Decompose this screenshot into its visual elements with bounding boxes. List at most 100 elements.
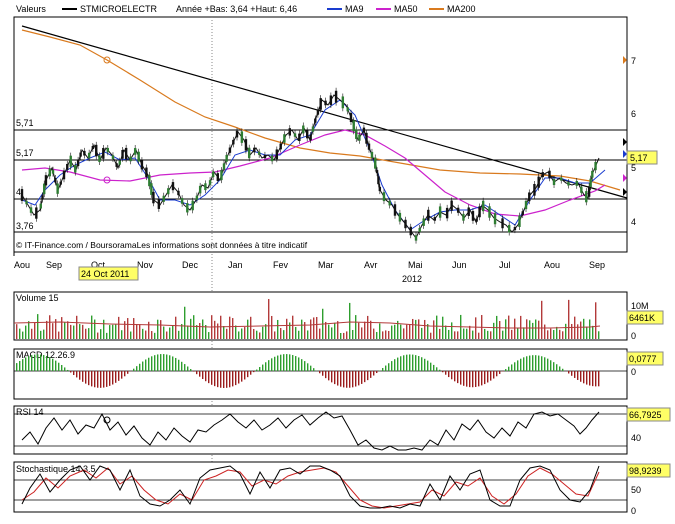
volume-bar	[109, 325, 110, 339]
macd-bar	[193, 371, 194, 372]
macd-bar	[205, 371, 206, 381]
volume-bar	[475, 317, 476, 339]
volume-bar	[250, 317, 251, 339]
volume-bar	[517, 329, 518, 339]
macd-bar	[259, 367, 260, 371]
volume-bar	[241, 328, 242, 339]
candle-body	[220, 170, 222, 180]
candle-body	[107, 148, 109, 152]
volume-bar	[292, 316, 293, 339]
candle-body	[172, 182, 174, 190]
candle-body	[129, 157, 131, 162]
macd-bar	[133, 369, 134, 371]
volume-bar	[244, 327, 245, 339]
month-label-dec: Dec	[182, 260, 199, 270]
candle-body	[404, 220, 406, 228]
candle-body	[241, 131, 243, 142]
candle-body	[518, 216, 520, 227]
candle-body	[591, 171, 593, 178]
volume-bar	[595, 302, 596, 339]
macd-bar	[235, 371, 236, 385]
candle-body	[525, 201, 527, 209]
candle-body	[389, 201, 391, 206]
volume-bar	[145, 331, 146, 339]
macd-bar	[64, 367, 65, 371]
macd-bar	[445, 371, 446, 375]
macd-bar	[85, 371, 86, 384]
price-current-value: 5,17	[630, 153, 648, 163]
volume-bar	[298, 331, 299, 339]
candle-body	[368, 144, 370, 150]
macd-bar	[595, 371, 596, 386]
macd-bar	[415, 355, 416, 371]
candle-body	[548, 171, 550, 179]
volume-bar	[493, 323, 494, 339]
macd-bar	[46, 356, 47, 371]
candle-body	[306, 130, 308, 138]
volume-bar	[448, 330, 449, 339]
volume-bar	[550, 329, 551, 339]
volume-bar	[403, 328, 404, 339]
volume-bar	[229, 317, 230, 339]
volume-bar	[370, 321, 371, 339]
volume-bar	[223, 326, 224, 339]
volume-bar	[388, 331, 389, 339]
macd-bar	[196, 371, 197, 374]
macd-bar	[91, 371, 92, 386]
volume-bar	[232, 318, 233, 339]
volume-bar	[280, 328, 281, 339]
volume-bar	[325, 322, 326, 339]
macd-bar	[343, 371, 344, 387]
price-panel-frame	[14, 17, 627, 252]
candle-body	[245, 139, 247, 150]
candle-body	[167, 188, 169, 194]
right-tick-7: 7	[631, 56, 636, 66]
macd-current-value: 0,0777	[629, 354, 657, 364]
stock-chart: Valeurs STMICROELECTR Année +Bas: 3,64 +…	[0, 0, 675, 519]
macd-bar	[403, 355, 404, 371]
candle-body	[112, 155, 114, 159]
volume-bar	[163, 327, 164, 339]
macd-bar	[127, 371, 128, 374]
volume-bar	[589, 319, 590, 339]
macd-bar	[67, 370, 68, 371]
volume-bar	[196, 325, 197, 339]
macd-bar	[61, 365, 62, 371]
candle-body	[363, 128, 365, 133]
macd-bar	[418, 356, 419, 371]
macd-bar	[568, 371, 569, 373]
volume-bar	[274, 331, 275, 339]
candle-body	[298, 134, 300, 141]
macd-bar	[352, 371, 353, 387]
candle-body	[79, 153, 81, 157]
volume-bar	[220, 316, 221, 339]
macd-bar	[535, 355, 536, 371]
macd-bar	[517, 360, 518, 371]
volume-bar	[364, 322, 365, 339]
candle-body	[49, 168, 51, 176]
volume-bar	[373, 329, 374, 339]
volume-bar	[67, 321, 68, 339]
candle-body	[508, 225, 510, 233]
macd-bar	[469, 371, 470, 387]
candle-body	[472, 211, 474, 221]
candle-body	[283, 134, 285, 143]
macd-bar	[160, 354, 161, 371]
candle-body	[394, 204, 396, 215]
volume-bar	[160, 320, 161, 339]
volume-bar	[142, 329, 143, 339]
macd-bar	[322, 371, 323, 376]
candle-body	[63, 171, 65, 180]
volume-bar	[34, 323, 35, 339]
candle-body	[236, 131, 238, 138]
rsi-label: RSI 14	[16, 407, 44, 417]
volume-bar	[532, 323, 533, 339]
candle-body	[589, 179, 591, 187]
candle-body	[258, 152, 260, 155]
macd-bar	[331, 371, 332, 382]
candle-body	[317, 110, 319, 115]
volume-bar	[469, 326, 470, 339]
candle-body	[186, 203, 188, 212]
macd-bar	[175, 358, 176, 371]
candle-body	[553, 179, 555, 185]
